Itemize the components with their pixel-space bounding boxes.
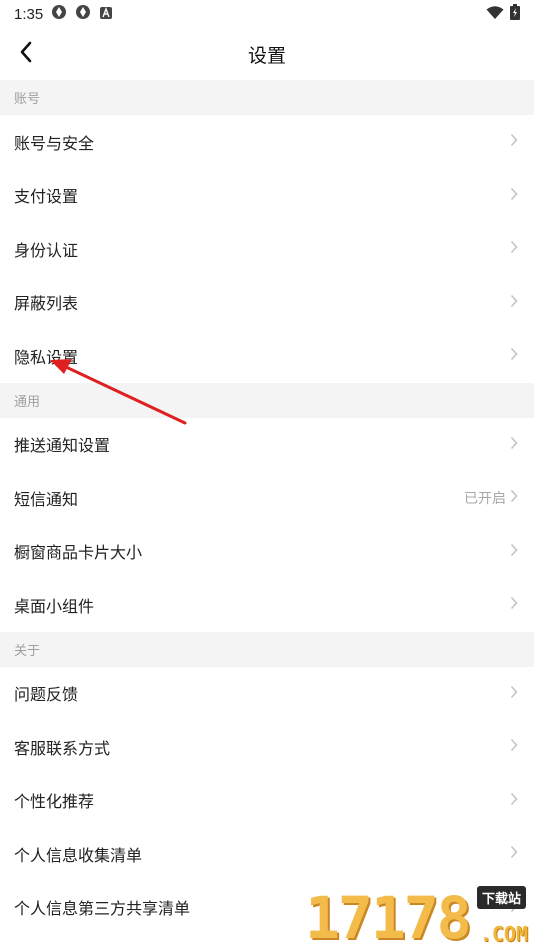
- watermark-domain: .COM: [479, 922, 528, 946]
- chevron-right-icon: [510, 346, 518, 365]
- setting-row-personalized-recommendation[interactable]: 个性化推荐: [0, 774, 534, 828]
- nav-bar: 设置: [0, 28, 534, 80]
- chevron-right-icon: [510, 542, 518, 561]
- app-notification-icon: [51, 4, 67, 24]
- setting-row-desktop-widget[interactable]: 桌面小组件: [0, 578, 534, 632]
- setting-row-payment[interactable]: 支付设置: [0, 169, 534, 223]
- chevron-right-icon: [510, 186, 518, 205]
- setting-label: 屏蔽列表: [14, 294, 79, 314]
- status-right: [486, 4, 520, 24]
- chevron-right-icon: [510, 488, 518, 507]
- chevron-right-icon: [510, 239, 518, 258]
- settings-list: 账号 账号与安全 支付设置 身份认证 屏蔽列表 隐私设置 通用 推送通知设置 短…: [0, 80, 534, 934]
- setting-label: 个性化推荐: [14, 792, 95, 812]
- watermark-logo: 17178 下载站 .COM: [305, 886, 530, 948]
- back-chevron-icon: [19, 41, 33, 67]
- status-left: 1:35: [14, 4, 113, 24]
- setting-label: 问题反馈: [14, 685, 79, 705]
- setting-label: 身份认证: [14, 240, 79, 260]
- setting-label: 账号与安全: [14, 133, 95, 153]
- setting-label: 橱窗商品卡片大小: [14, 543, 143, 563]
- setting-row-account-security[interactable]: 账号与安全: [0, 115, 534, 169]
- wifi-icon: [486, 5, 504, 24]
- setting-label: 个人信息收集清单: [14, 845, 143, 865]
- watermark-badge: 下载站: [476, 886, 526, 909]
- back-button[interactable]: [10, 38, 42, 70]
- setting-label: 推送通知设置: [14, 436, 111, 456]
- setting-label: 短信通知: [14, 489, 79, 509]
- section-header-about: 关于: [0, 631, 534, 667]
- setting-row-personal-info-collection[interactable]: 个人信息收集清单: [0, 827, 534, 881]
- setting-value: 已开启: [464, 490, 506, 507]
- battery-charging-icon: [510, 4, 520, 24]
- section-header-account: 账号: [0, 80, 534, 115]
- setting-row-privacy[interactable]: 隐私设置: [0, 329, 534, 383]
- chevron-right-icon: [510, 132, 518, 151]
- setting-label: 桌面小组件: [14, 596, 95, 616]
- setting-row-identity-verification[interactable]: 身份认证: [0, 222, 534, 276]
- setting-label: 支付设置: [14, 187, 79, 207]
- setting-row-sms-notifications[interactable]: 短信通知 已开启: [0, 471, 534, 525]
- setting-row-showcase-card-size[interactable]: 橱窗商品卡片大小: [0, 525, 534, 579]
- app-notification-icon: [75, 4, 91, 24]
- status-time: 1:35: [14, 5, 44, 23]
- chevron-right-icon: [510, 791, 518, 810]
- chevron-right-icon: [510, 595, 518, 614]
- chevron-right-icon: [510, 684, 518, 703]
- setting-row-push-notifications[interactable]: 推送通知设置: [0, 418, 534, 472]
- chevron-right-icon: [510, 435, 518, 454]
- setting-label: 个人信息第三方共享清单: [14, 899, 191, 919]
- chevron-right-icon: [510, 737, 518, 756]
- font-a-icon: [99, 5, 113, 24]
- status-bar: 1:35: [0, 0, 534, 28]
- section-header-general: 通用: [0, 382, 534, 418]
- page-title: 设置: [247, 44, 286, 67]
- chevron-right-icon: [510, 293, 518, 312]
- setting-label: 隐私设置: [14, 347, 79, 367]
- setting-row-block-list[interactable]: 屏蔽列表: [0, 276, 534, 330]
- chevron-right-icon: [510, 844, 518, 863]
- setting-label: 客服联系方式: [14, 738, 111, 758]
- watermark-number: 17178: [305, 884, 472, 952]
- setting-row-feedback[interactable]: 问题反馈: [0, 667, 534, 721]
- setting-row-customer-service[interactable]: 客服联系方式: [0, 720, 534, 774]
